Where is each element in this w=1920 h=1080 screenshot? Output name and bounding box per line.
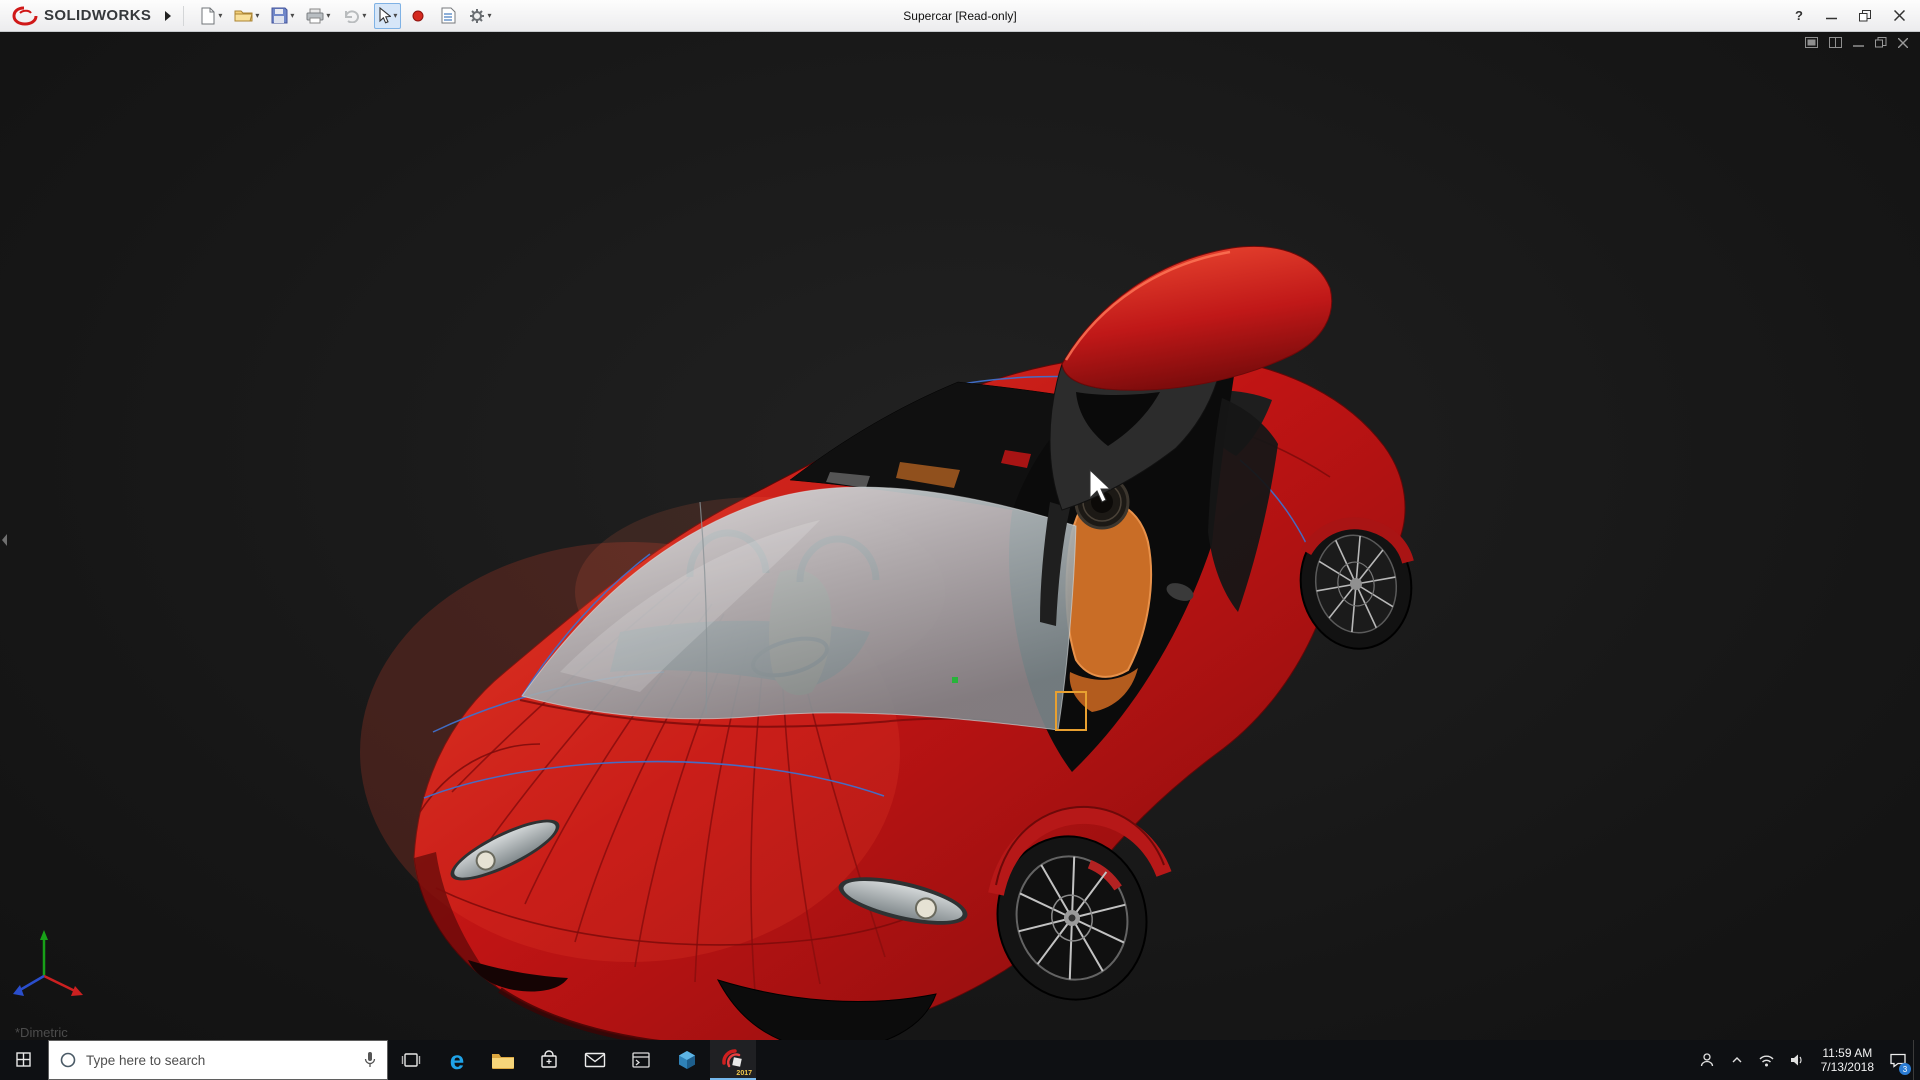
document-window-controls bbox=[1805, 37, 1908, 48]
people-icon bbox=[1699, 1052, 1715, 1068]
folder-icon bbox=[491, 1050, 515, 1070]
minimize-button[interactable] bbox=[1814, 2, 1848, 30]
chevron-down-icon: ▾ bbox=[393, 12, 397, 20]
mail-button[interactable] bbox=[572, 1040, 618, 1080]
save-button[interactable]: ▾ bbox=[267, 3, 298, 29]
open-folder-icon bbox=[234, 8, 253, 23]
restore-icon bbox=[1859, 10, 1871, 22]
file-properties-button[interactable] bbox=[435, 3, 461, 29]
solidworks-titlebar: SOLIDWORKS ▾ ▾ ▾ bbox=[0, 0, 1920, 32]
new-document-icon bbox=[200, 7, 216, 25]
orientation-triad bbox=[13, 930, 83, 996]
select-tool-button[interactable]: ▾ bbox=[374, 3, 401, 29]
save-icon bbox=[271, 7, 288, 24]
select-arrow-icon bbox=[378, 7, 391, 24]
chevron-up-icon bbox=[1730, 1053, 1744, 1067]
edrawings-button[interactable] bbox=[664, 1040, 710, 1080]
close-icon bbox=[1894, 10, 1905, 21]
show-desktop-button[interactable] bbox=[1913, 1040, 1920, 1080]
store-bag-icon bbox=[539, 1050, 559, 1070]
left-panel-flyout[interactable] bbox=[0, 532, 8, 553]
new-document-button[interactable]: ▾ bbox=[196, 3, 226, 29]
volume-button[interactable] bbox=[1782, 1040, 1812, 1080]
open-button[interactable]: ▾ bbox=[230, 3, 263, 29]
undo-icon bbox=[342, 9, 360, 23]
menu-flyout-arrow[interactable] bbox=[159, 4, 177, 28]
graphics-area[interactable]: *Dimetric bbox=[0, 32, 1920, 1040]
terminal-window-icon bbox=[631, 1050, 651, 1070]
pane-button[interactable] bbox=[1829, 37, 1842, 48]
task-view-icon bbox=[401, 1050, 421, 1070]
doc-minimize-button[interactable] bbox=[1853, 38, 1864, 48]
cube-icon bbox=[676, 1049, 698, 1071]
options-button[interactable]: ▾ bbox=[465, 3, 495, 29]
microphone-icon[interactable] bbox=[363, 1051, 377, 1069]
people-button[interactable] bbox=[1692, 1040, 1722, 1080]
action-center-button[interactable]: 3 bbox=[1883, 1040, 1913, 1080]
clock-time: 11:59 AM bbox=[1821, 1046, 1874, 1060]
chevron-down-icon: ▾ bbox=[362, 12, 366, 20]
doc-restore-button[interactable] bbox=[1875, 37, 1887, 48]
task-view-button[interactable] bbox=[388, 1040, 434, 1080]
sw-year-badge: 2017 bbox=[736, 1070, 752, 1077]
store-button[interactable] bbox=[526, 1040, 572, 1080]
selection-point bbox=[952, 677, 958, 683]
undo-button[interactable]: ▾ bbox=[338, 3, 370, 29]
ds-logo-icon bbox=[12, 6, 38, 26]
chevron-down-icon: ▾ bbox=[290, 12, 294, 20]
mail-envelope-icon bbox=[584, 1051, 606, 1069]
wifi-icon bbox=[1758, 1053, 1775, 1068]
taskbar-search[interactable] bbox=[48, 1040, 388, 1080]
clock-date: 7/13/2018 bbox=[1821, 1060, 1874, 1074]
help-button[interactable]: ? bbox=[1784, 2, 1814, 30]
file-properties-icon bbox=[441, 7, 456, 24]
chevron-down-icon: ▾ bbox=[326, 12, 330, 20]
standard-toolbar: ▾ ▾ ▾ ▾ ▾ bbox=[196, 3, 495, 29]
supercar-model[interactable] bbox=[0, 32, 1920, 1040]
gear-icon bbox=[469, 8, 485, 24]
cortana-icon bbox=[59, 1051, 77, 1069]
float-window-button[interactable] bbox=[1805, 37, 1818, 48]
rebuild-button[interactable] bbox=[405, 3, 431, 29]
view-orientation-label: *Dimetric bbox=[15, 1025, 68, 1040]
edge-icon: e bbox=[450, 1047, 464, 1073]
chevron-down-icon: ▾ bbox=[487, 12, 491, 20]
toolbar-separator bbox=[183, 6, 184, 26]
close-button[interactable] bbox=[1882, 2, 1916, 30]
brand-text: SOLIDWORKS bbox=[44, 7, 151, 24]
print-icon bbox=[306, 8, 324, 24]
chevron-down-icon: ▾ bbox=[218, 12, 222, 20]
doc-close-button[interactable] bbox=[1898, 38, 1908, 48]
minimize-icon bbox=[1826, 10, 1837, 21]
notification-badge: 3 bbox=[1899, 1063, 1911, 1075]
volume-icon bbox=[1789, 1052, 1805, 1068]
windows-logo-icon bbox=[16, 1052, 32, 1068]
taskbar-clock[interactable]: 11:59 AM 7/13/2018 bbox=[1812, 1040, 1883, 1080]
hidden-icons-button[interactable] bbox=[1722, 1040, 1752, 1080]
solidworks-logo: SOLIDWORKS bbox=[4, 6, 159, 26]
windshield[interactable] bbox=[522, 487, 1076, 730]
windows-taskbar: e bbox=[0, 1040, 1920, 1080]
start-button[interactable] bbox=[0, 1040, 48, 1080]
file-explorer-button[interactable] bbox=[480, 1040, 526, 1080]
system-tray: 11:59 AM 7/13/2018 3 bbox=[1692, 1040, 1920, 1080]
chevron-down-icon: ▾ bbox=[255, 12, 259, 20]
solidworks-taskbar-button[interactable]: 2017 bbox=[710, 1040, 756, 1080]
search-input[interactable] bbox=[86, 1053, 354, 1068]
rebuild-icon bbox=[412, 10, 424, 22]
edge-button[interactable]: e bbox=[434, 1040, 480, 1080]
network-button[interactable] bbox=[1752, 1040, 1782, 1080]
window-controls: ? bbox=[1784, 2, 1916, 30]
app-window-button[interactable] bbox=[618, 1040, 664, 1080]
document-title: Supercar [Read-only] bbox=[903, 9, 1016, 23]
restore-button[interactable] bbox=[1848, 2, 1882, 30]
print-button[interactable]: ▾ bbox=[302, 3, 334, 29]
